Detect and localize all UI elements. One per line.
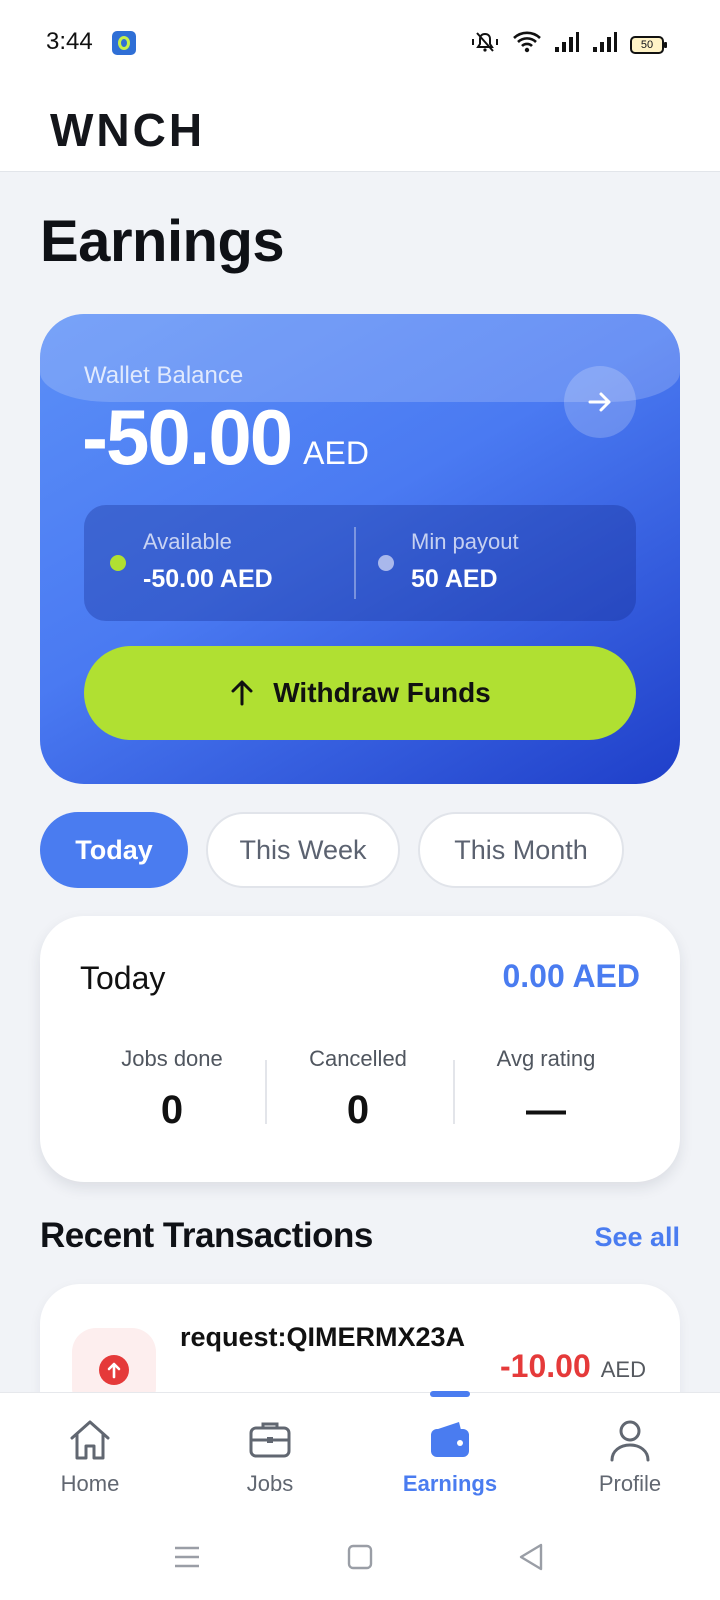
briefcase-icon [247, 1417, 293, 1463]
min-payout-value: 50 AED [411, 565, 498, 593]
transaction-amount: -10.00 AED [500, 1348, 646, 1385]
back-triangle-icon[interactable] [516, 1542, 546, 1572]
status-icons: 50 [470, 30, 667, 59]
brand-logo: WNCH [50, 104, 206, 156]
wallet-balance-value: -50.00 [82, 393, 293, 481]
home-icon [67, 1417, 113, 1463]
status-bar: 3:44 50 [0, 0, 720, 88]
system-nav-bar [0, 1512, 720, 1600]
home-square-icon[interactable] [345, 1542, 375, 1572]
menu-icon[interactable] [172, 1542, 202, 1572]
tips-bulb-icon [112, 31, 136, 55]
divider [354, 527, 356, 599]
arrow-right-icon [588, 392, 611, 412]
withdraw-funds-button[interactable]: Withdraw Funds [84, 646, 636, 740]
tab-this-week[interactable]: This Week [206, 812, 400, 888]
stat-value: 0 [346, 1088, 370, 1132]
battery-indicator: 50 [630, 35, 667, 54]
min-payout-label: Min payout [411, 529, 519, 554]
signal-icon [554, 31, 580, 58]
user-icon [607, 1417, 653, 1463]
stat-label: Jobs done [121, 1046, 223, 1071]
cancelled-stat: Cancelled 0 [268, 1046, 448, 1133]
transaction-name: request:QIMERMX23A [180, 1322, 466, 1352]
stat-label: Avg rating [496, 1046, 596, 1071]
min-payout-dot [378, 555, 394, 571]
avg-rating-stat: Avg rating — [456, 1046, 636, 1133]
summary-title: Today [80, 960, 166, 996]
see-all-link[interactable]: See all [594, 1222, 680, 1253]
nav-earnings[interactable]: Earnings [360, 1393, 540, 1513]
available-dot [110, 555, 126, 571]
stat-label: Cancelled [309, 1046, 407, 1071]
page-title: Earnings [40, 209, 285, 274]
divider [265, 1060, 267, 1124]
nav-home-label: Home [60, 1471, 120, 1496]
summary-total: 0.00 AED [502, 958, 640, 994]
app-header: WNCH [0, 88, 720, 172]
withdraw-funds-label: Withdraw Funds [273, 677, 491, 708]
nav-jobs-label: Jobs [246, 1471, 294, 1496]
wallet-details-button[interactable] [564, 366, 636, 438]
nav-earnings-label: Earnings [402, 1471, 498, 1496]
arrow-up-icon [231, 680, 253, 706]
mute-vibrate-icon [470, 30, 500, 59]
signal-icon [592, 31, 618, 58]
wallet-label: Wallet Balance [84, 362, 244, 389]
tab-this-month[interactable]: This Month [418, 812, 624, 888]
transaction-amount-currency: AED [600, 1357, 646, 1382]
wallet-balance-currency: AED [303, 435, 369, 471]
wallet-stats: Available -50.00 AED Min payout 50 AED [84, 505, 636, 621]
bottom-nav: Home Jobs Earnings Profile [0, 1391, 720, 1513]
wallet-icon [427, 1417, 473, 1463]
wallet-balance: -50.00 AED [82, 392, 369, 483]
tab-today[interactable]: Today [40, 812, 188, 888]
arrow-up-circle-icon [99, 1355, 129, 1385]
stat-value: — [526, 1088, 566, 1132]
divider [453, 1060, 455, 1124]
nav-jobs[interactable]: Jobs [180, 1393, 360, 1513]
transaction-amount-value: -10.00 [500, 1348, 591, 1384]
nav-profile-label: Profile [598, 1471, 662, 1496]
available-label: Available [143, 529, 232, 554]
wallet-card: Wallet Balance -50.00 AED Available -50.… [40, 314, 680, 784]
jobs-done-stat: Jobs done 0 [82, 1046, 262, 1133]
recent-transactions-title: Recent Transactions [40, 1216, 373, 1255]
status-time: 3:44 [46, 28, 93, 55]
today-summary-card: Today 0.00 AED Jobs done 0 Cancelled 0 A… [40, 916, 680, 1182]
nav-home[interactable]: Home [0, 1393, 180, 1513]
wifi-icon [512, 30, 542, 59]
nav-profile[interactable]: Profile [540, 1393, 720, 1513]
stat-value: 0 [160, 1088, 184, 1132]
available-value: -50.00 AED [143, 565, 273, 593]
